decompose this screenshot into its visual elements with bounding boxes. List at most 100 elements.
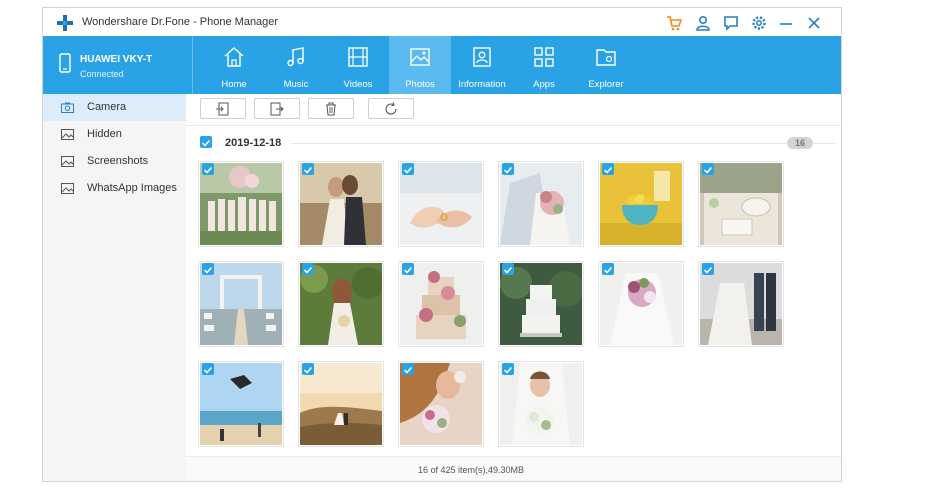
photo-thumbnail[interactable] [398, 361, 484, 447]
tab-videos-label: Videos [343, 79, 373, 90]
photo-checkbox[interactable] [302, 263, 314, 275]
device-panel[interactable]: HUAWEI VKY-T Connected [43, 36, 193, 94]
sidebar: Camera Hidden Screenshots WhatsApp Image… [43, 94, 186, 481]
check-icon [203, 266, 213, 274]
home-icon [224, 47, 244, 67]
tab-apps-label: Apps [533, 79, 555, 90]
photo-thumbnail[interactable] [298, 261, 384, 347]
video-icon [348, 47, 368, 67]
sidebar-item-screenshots[interactable]: Screenshots [43, 148, 186, 175]
check-icon [503, 166, 513, 174]
check-icon [203, 166, 213, 174]
photo-checkbox[interactable] [302, 163, 314, 175]
photo-thumbnail[interactable] [698, 261, 784, 347]
photo-count-badge: 16 [787, 137, 813, 149]
tab-music[interactable]: Music [265, 36, 327, 94]
photo-thumbnail[interactable] [498, 261, 584, 347]
sidebar-item-label: WhatsApp Images [87, 182, 177, 194]
photo-thumbnail[interactable] [298, 361, 384, 447]
photo-checkbox[interactable] [402, 363, 414, 375]
tab-videos[interactable]: Videos [327, 36, 389, 94]
photo-thumbnail[interactable] [598, 161, 684, 247]
drfone-logo-icon [57, 15, 73, 31]
photo-thumbnail[interactable] [498, 161, 584, 247]
tab-photos[interactable]: Photos [389, 36, 451, 94]
music-icon [287, 47, 304, 67]
tab-apps[interactable]: Apps [513, 36, 575, 94]
photo-checkbox[interactable] [202, 363, 214, 375]
check-icon [403, 166, 413, 174]
image-icon [61, 183, 74, 194]
photo-checkbox[interactable] [702, 163, 714, 175]
tab-information[interactable]: Information [451, 36, 513, 94]
cart-icon[interactable] [665, 14, 683, 32]
camera-icon [61, 102, 74, 113]
tab-photos-label: Photos [405, 79, 435, 90]
sidebar-item-label: Camera [87, 101, 127, 113]
check-icon [303, 366, 313, 374]
photo-thumbnail[interactable] [198, 361, 284, 447]
check-icon [703, 166, 713, 174]
photo-thumbnail[interactable] [298, 161, 384, 247]
sidebar-item-camera[interactable]: Camera [43, 94, 186, 121]
date-group-header: 2019-12-18 16 [186, 134, 841, 154]
photo-icon [410, 48, 430, 66]
photo-checkbox[interactable] [402, 263, 414, 275]
photo-checkbox[interactable] [502, 163, 514, 175]
photo-thumbnail[interactable] [198, 261, 284, 347]
photo-checkbox[interactable] [302, 363, 314, 375]
user-icon[interactable] [694, 14, 712, 32]
tab-home[interactable]: Home [203, 36, 265, 94]
check-icon [303, 166, 313, 174]
feedback-icon[interactable] [722, 14, 740, 32]
photo-thumbnail[interactable] [498, 361, 584, 447]
tab-home-label: Home [221, 79, 247, 90]
check-icon [503, 366, 513, 374]
photo-checkbox[interactable] [502, 363, 514, 375]
export-button[interactable] [254, 98, 300, 119]
tab-information-label: Information [458, 79, 506, 90]
tab-explorer[interactable]: Explorer [575, 36, 637, 94]
check-icon [403, 366, 413, 374]
app-title: Wondershare Dr.Fone - Phone Manager [82, 16, 279, 28]
photo-checkbox[interactable] [702, 263, 714, 275]
group-checkbox[interactable] [200, 136, 212, 148]
phone-icon [59, 53, 71, 73]
minimize-icon[interactable] [777, 14, 795, 32]
tab-explorer-label: Explorer [588, 79, 624, 90]
photo-checkbox[interactable] [202, 263, 214, 275]
sidebar-item-whatsapp-images[interactable]: WhatsApp Images [43, 175, 186, 202]
photo-checkbox[interactable] [602, 263, 614, 275]
status-text: 16 of 425 item(s),49.30MB [417, 465, 525, 475]
photo-checkbox[interactable] [602, 163, 614, 175]
settings-icon[interactable] [750, 14, 768, 32]
header-bar: HUAWEI VKY-T Connected Home Music Videos… [43, 36, 841, 94]
photo-thumbnail[interactable] [198, 161, 284, 247]
tab-music-label: Music [283, 79, 309, 90]
apps-icon [534, 47, 554, 67]
photo-thumbnail[interactable] [398, 161, 484, 247]
check-icon [201, 139, 211, 147]
photo-checkbox[interactable] [402, 163, 414, 175]
device-status: Connected [80, 69, 124, 79]
photo-thumbnail[interactable] [398, 261, 484, 347]
check-icon [603, 166, 613, 174]
close-icon[interactable] [805, 14, 823, 32]
export-icon [270, 102, 284, 116]
sidebar-item-label: Hidden [87, 128, 122, 140]
title-bar: Wondershare Dr.Fone - Phone Manager [43, 8, 841, 36]
import-button[interactable] [200, 98, 246, 119]
photo-checkbox[interactable] [502, 263, 514, 275]
app-window: Wondershare Dr.Fone - Phone Manager HUAW… [42, 7, 842, 482]
photo-grid [198, 161, 798, 451]
photo-checkbox[interactable] [202, 163, 214, 175]
contact-icon [473, 47, 491, 67]
refresh-button[interactable] [368, 98, 414, 119]
photo-thumbnail[interactable] [598, 261, 684, 347]
image-icon [61, 129, 74, 140]
sidebar-item-hidden[interactable]: Hidden [43, 121, 186, 148]
check-icon [203, 366, 213, 374]
divider [291, 143, 836, 144]
delete-button[interactable] [308, 98, 354, 119]
photo-thumbnail[interactable] [698, 161, 784, 247]
